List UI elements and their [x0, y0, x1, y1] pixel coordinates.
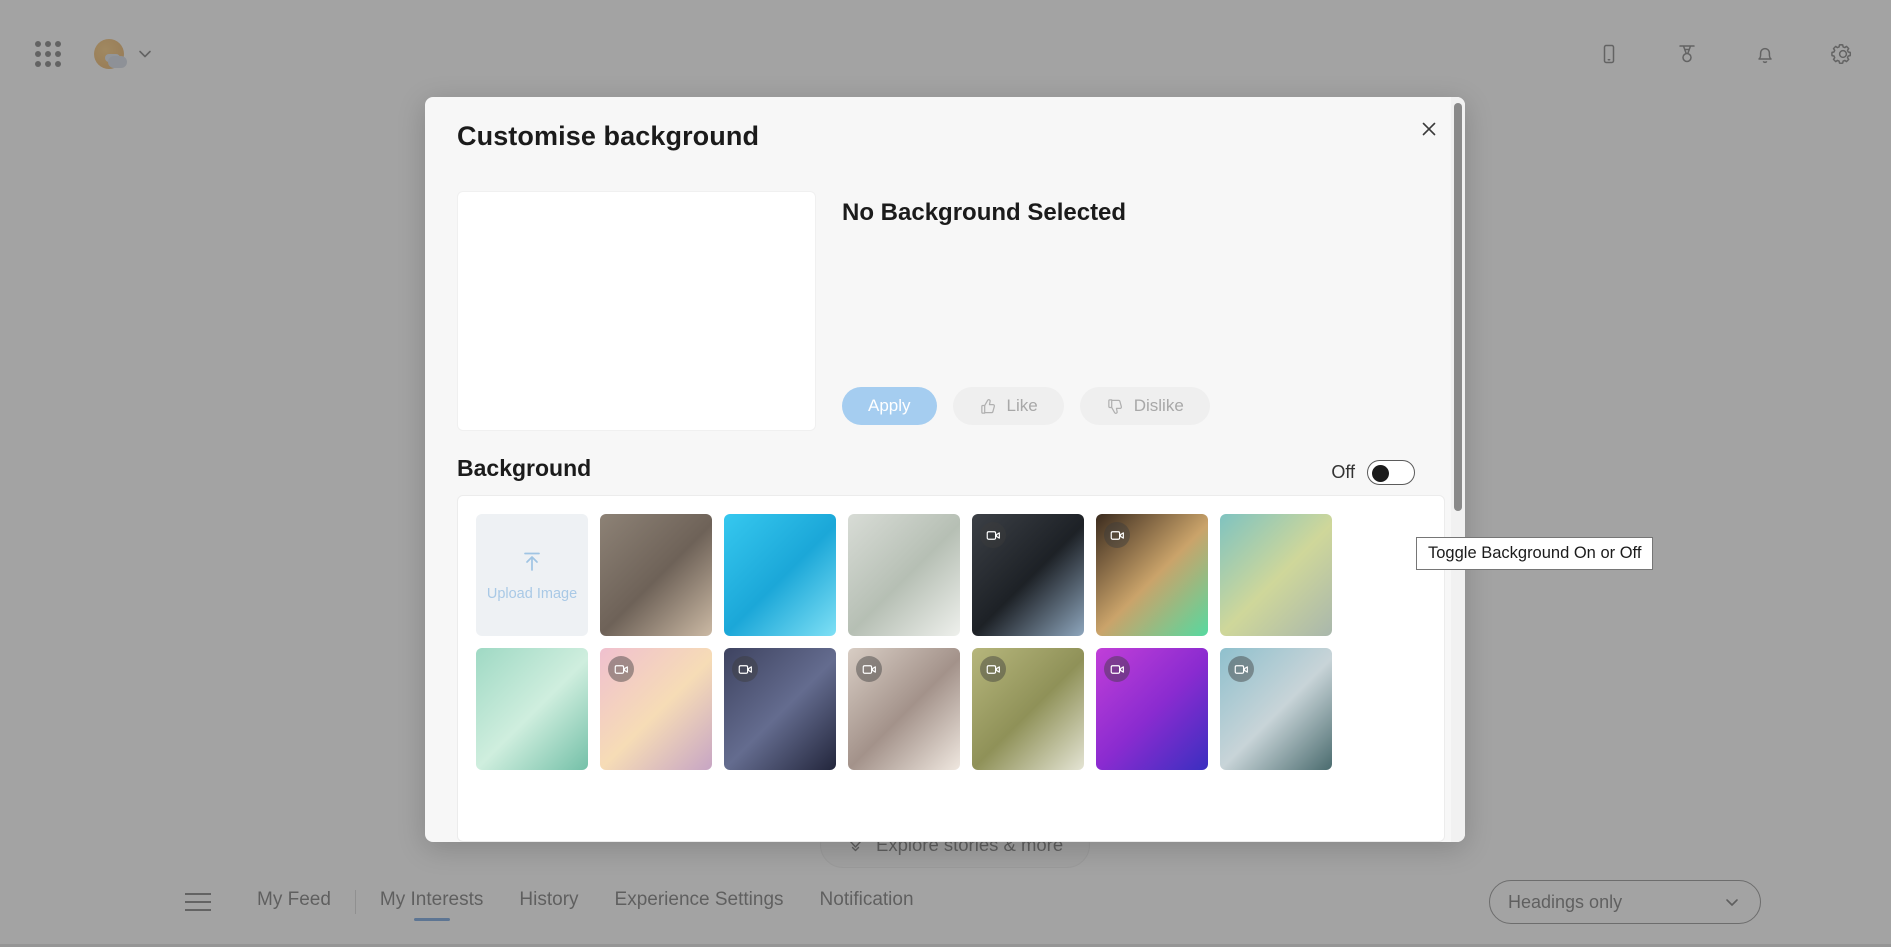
- upload-arrow-icon: [518, 548, 546, 576]
- background-toggle-tooltip: Toggle Background On or Off: [1416, 537, 1653, 570]
- like-button-label: Like: [1007, 396, 1038, 416]
- preview-state-label: No Background Selected: [842, 199, 1425, 227]
- preview-actions: Apply Like Dislike: [842, 387, 1210, 425]
- upload-image-tile[interactable]: Upload Image: [476, 514, 588, 636]
- video-badge-icon: [1228, 656, 1254, 682]
- dislike-button[interactable]: Dislike: [1080, 387, 1210, 425]
- video-badge-icon: [980, 656, 1006, 682]
- art-gallery-thumbnail[interactable]: [600, 514, 712, 636]
- background-preview: [457, 191, 816, 431]
- aerial-sandbank-thumbnail[interactable]: [848, 514, 960, 636]
- coral-reef-thumbnail[interactable]: [1096, 514, 1208, 636]
- dialog-title: Customise background: [457, 121, 759, 152]
- turquoise-waves-thumbnail[interactable]: [476, 648, 588, 770]
- background-toggle-wrap: Off: [1331, 460, 1415, 485]
- video-badge-icon: [732, 656, 758, 682]
- thumbs-down-icon: [1106, 397, 1125, 416]
- customise-background-dialog: Customise background No Background Selec…: [425, 97, 1465, 842]
- green-cliff-thumbnail[interactable]: [972, 648, 1084, 770]
- video-badge-icon: [1104, 656, 1130, 682]
- underwater-turtle-thumbnail[interactable]: [724, 514, 836, 636]
- background-gallery-panel: Upload Image: [457, 495, 1445, 842]
- aerial-roundabout-thumbnail[interactable]: [1220, 514, 1332, 636]
- video-badge-icon: [608, 656, 634, 682]
- background-toggle-state-label: Off: [1331, 462, 1355, 483]
- purple-abstract-thumbnail[interactable]: [1096, 648, 1208, 770]
- starry-night-sky-thumbnail[interactable]: [724, 648, 836, 770]
- upload-image-label: Upload Image: [487, 586, 577, 602]
- video-badge-icon: [980, 522, 1006, 548]
- background-thumbnail-grid: Upload Image: [476, 514, 1444, 770]
- background-toggle-knob: [1372, 465, 1389, 482]
- preview-row: No Background Selected Apply Like Dislik…: [457, 191, 1425, 431]
- dialog-scrollbar[interactable]: [1451, 97, 1465, 842]
- dialog-scrollbar-thumb[interactable]: [1454, 103, 1462, 511]
- like-button[interactable]: Like: [953, 387, 1064, 425]
- apply-button[interactable]: Apply: [842, 387, 937, 425]
- background-section-heading: Background: [457, 455, 591, 482]
- video-badge-icon: [856, 656, 882, 682]
- video-badge-icon: [1104, 522, 1130, 548]
- lake-island-thumbnail[interactable]: [1220, 648, 1332, 770]
- preview-details: No Background Selected Apply Like Dislik…: [816, 191, 1425, 431]
- thumbs-up-icon: [979, 397, 998, 416]
- misty-mountain-thumbnail[interactable]: [848, 648, 960, 770]
- close-icon[interactable]: [1411, 111, 1447, 147]
- sunset-pier-thumbnail[interactable]: [600, 648, 712, 770]
- earth-from-space-thumbnail[interactable]: [972, 514, 1084, 636]
- background-toggle[interactable]: [1367, 460, 1415, 485]
- apply-button-label: Apply: [868, 396, 911, 416]
- dislike-button-label: Dislike: [1134, 396, 1184, 416]
